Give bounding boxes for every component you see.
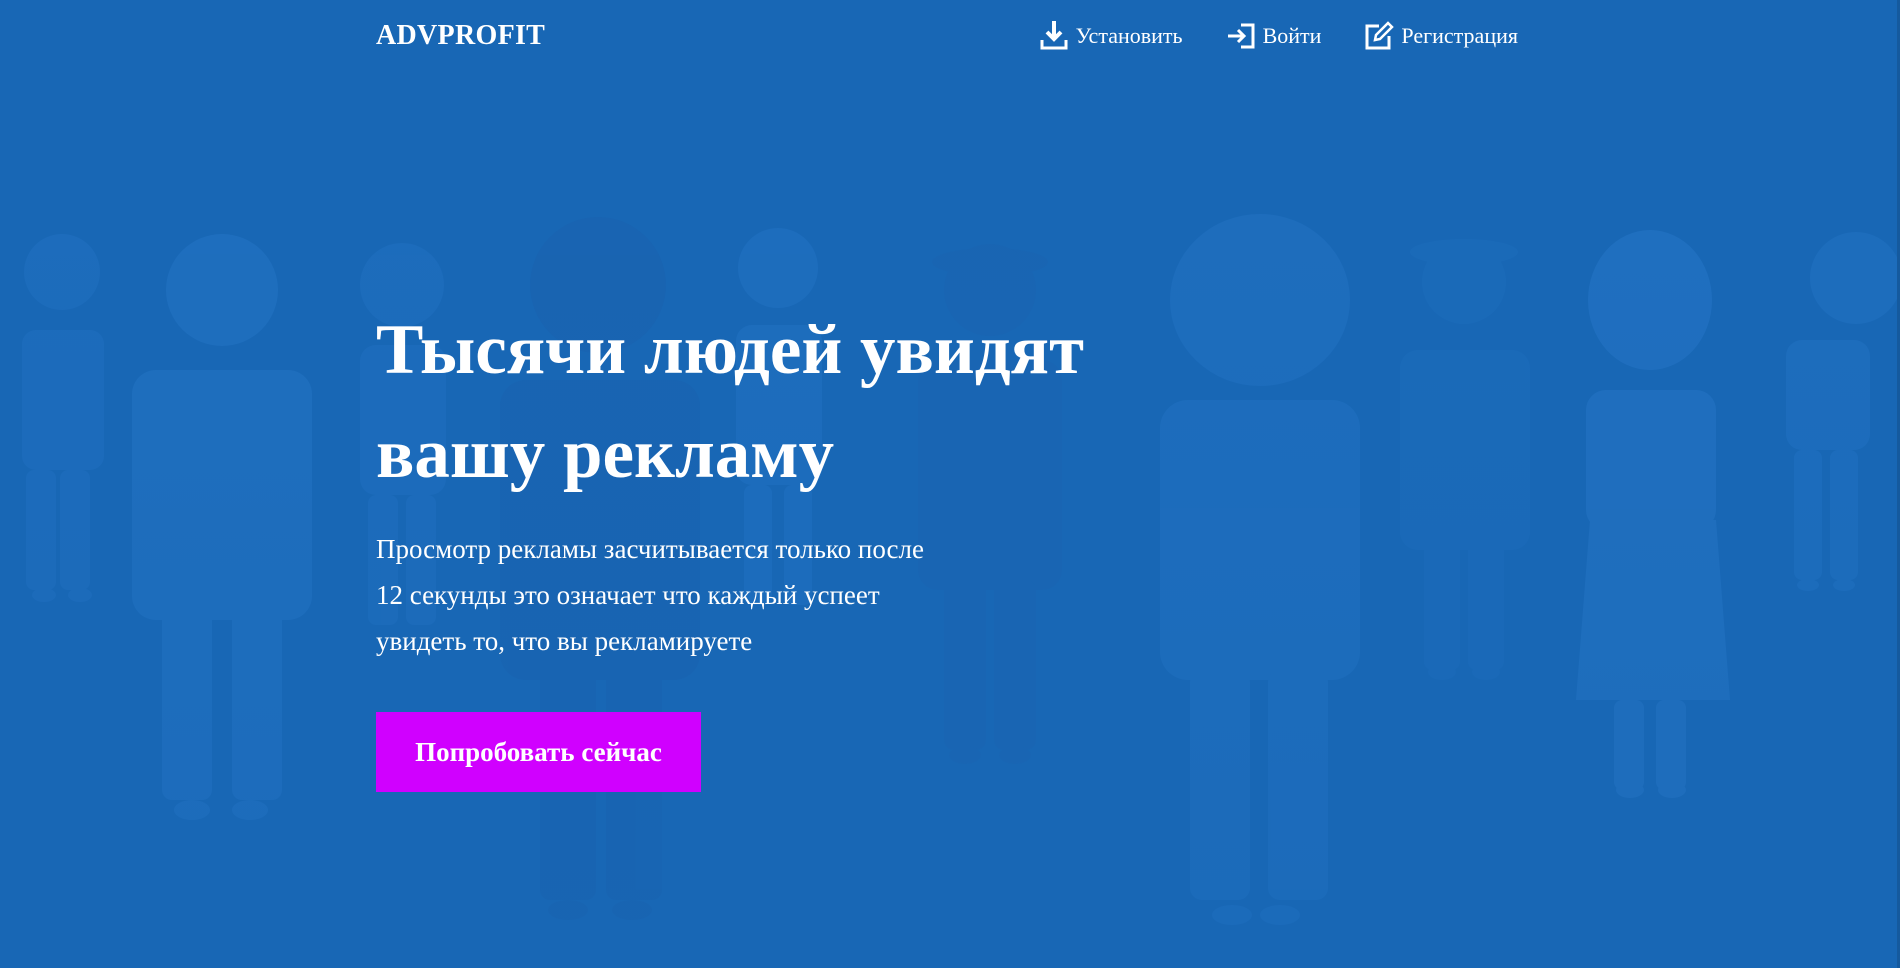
nav-register-label: Регистрация [1401,23,1518,48]
hero-headline-line2: вашу рекламу [376,415,835,493]
download-icon [1038,20,1070,52]
hero-description-line1: Просмотр рекламы засчитывается только по… [376,534,924,564]
nav-install-label: Установить [1075,23,1183,48]
site-header: ADVPROFIT Установить Войти Регистрация [376,18,1518,58]
hero-description-line2: 12 секунды это означает что каждый успее… [376,580,880,610]
sign-in-icon [1225,20,1257,52]
logo[interactable]: ADVPROFIT [376,18,545,54]
hero-headline: Тысячи людей увидят вашу рекламу [376,298,1156,506]
hero-headline-line1: Тысячи людей увидят [376,311,1084,389]
nav-register-link[interactable]: Регистрация [1363,20,1518,52]
hero-content: Тысячи людей увидят вашу рекламу Просмот… [376,298,1156,664]
try-now-button[interactable]: Попробовать сейчас [376,712,701,792]
hero-description-line3: увидеть то, что вы рекламируете [376,626,753,656]
nav-login-link[interactable]: Войти [1225,20,1322,52]
edit-icon [1363,20,1395,52]
nav-login-label: Войти [1262,23,1322,48]
nav-install-link[interactable]: Установить [1038,20,1183,52]
main-nav: Установить Войти Регистрация [1038,20,1518,52]
hero-description: Просмотр рекламы засчитывается только по… [376,526,1026,664]
